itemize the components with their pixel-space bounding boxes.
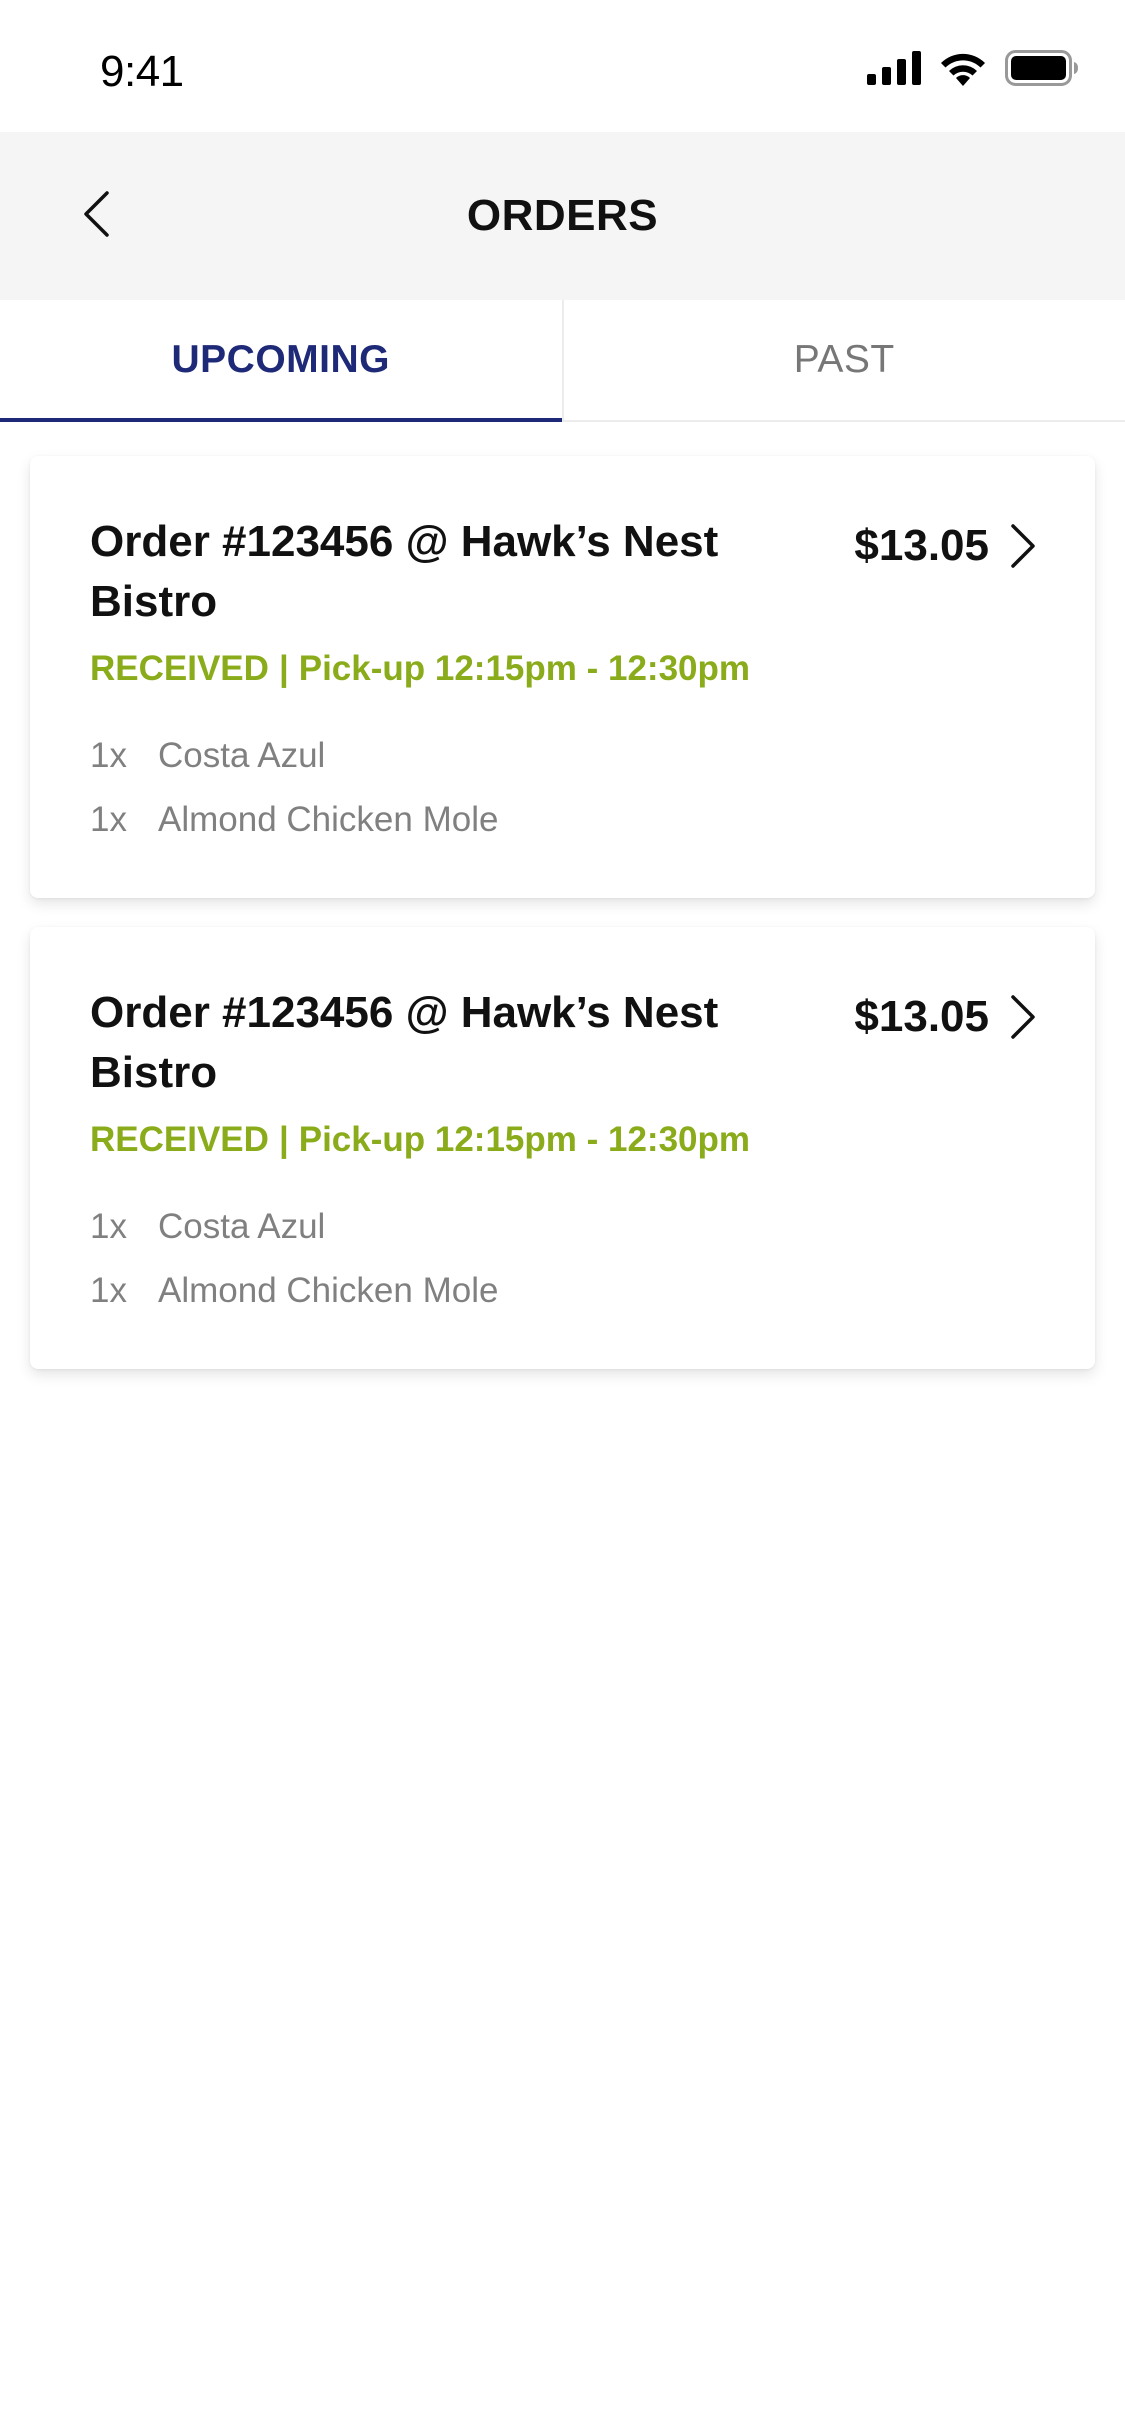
item-quantity: 1x [90, 736, 127, 775]
order-card[interactable]: Order #123456 @ Hawk’s Nest Bistro $13.0… [30, 927, 1095, 1369]
status-bar: 9:41 [0, 0, 1125, 132]
item-name: Almond Chicken Mole [158, 800, 499, 839]
list-item: 1x Costa Azul [90, 724, 498, 788]
pickup-time: Pick-up 12:15pm - 12:30pm [298, 649, 751, 688]
status-badge: RECEIVED [90, 1120, 269, 1159]
order-status-line: RECEIVED | Pick-up 12:15pm - 12:30pm [90, 646, 750, 692]
order-items: 1x Costa Azul 1x Almond Chicken Mole [90, 1195, 498, 1323]
order-items: 1x Costa Azul 1x Almond Chicken Mole [90, 724, 498, 852]
item-name: Costa Azul [158, 1207, 326, 1246]
order-price: $13.05 [854, 521, 989, 570]
tab-upcoming[interactable]: UPCOMING [0, 300, 562, 422]
order-title: Order #123456 @ Hawk’s Nest Bistro [90, 988, 719, 1097]
chevron-right-icon [1007, 522, 1039, 570]
order-status-line: RECEIVED | Pick-up 12:15pm - 12:30pm [90, 1117, 750, 1163]
order-price: $13.05 [854, 992, 989, 1041]
order-title: Order #123456 @ Hawk’s Nest Bistro [90, 517, 719, 626]
battery-icon [1005, 49, 1079, 91]
chevron-right-icon [1007, 993, 1039, 1041]
list-item: 1x Almond Chicken Mole [90, 1259, 498, 1323]
order-card[interactable]: Order #123456 @ Hawk’s Nest Bistro $13.0… [30, 456, 1095, 898]
page-title: ORDERS [466, 191, 659, 240]
wifi-icon [939, 50, 987, 91]
item-quantity: 1x [90, 1207, 127, 1246]
list-item: 1x Costa Azul [90, 1195, 498, 1259]
tab-bar: UPCOMING PAST [0, 300, 1125, 422]
nav-header: ORDERS [0, 132, 1125, 300]
status-separator: | [278, 1120, 289, 1159]
item-quantity: 1x [90, 800, 127, 839]
tab-past[interactable]: PAST [561, 300, 1125, 420]
item-quantity: 1x [90, 1271, 127, 1310]
item-name: Almond Chicken Mole [158, 1271, 499, 1310]
status-time: 9:41 [100, 47, 184, 96]
pickup-time: Pick-up 12:15pm - 12:30pm [298, 1120, 751, 1159]
status-badge: RECEIVED [90, 649, 269, 688]
item-name: Costa Azul [158, 736, 326, 775]
cellular-signal-icon [867, 50, 921, 90]
status-separator: | [278, 649, 289, 688]
list-item: 1x Almond Chicken Mole [90, 788, 498, 852]
status-icons [867, 49, 1079, 91]
